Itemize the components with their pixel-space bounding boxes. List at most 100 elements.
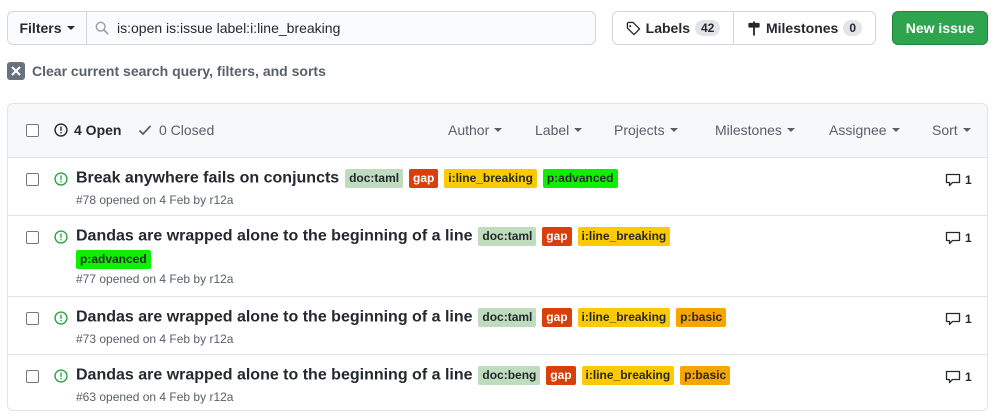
issue-meta: #78 opened on 4 Feb by r12a (76, 193, 234, 207)
issue-label[interactable]: doc:taml (478, 227, 537, 246)
issue-opened-icon (54, 230, 68, 247)
chevron-down-icon (962, 128, 971, 132)
label-filter-label: Label (535, 122, 570, 138)
issue-meta: #63 opened on 4 Feb by r12a (76, 390, 234, 404)
issue-title-link[interactable]: Break anywhere fails on conjuncts (76, 170, 339, 187)
comment-icon (945, 231, 961, 245)
issue-label[interactable]: p:advanced (542, 169, 618, 188)
issue-label[interactable]: doc:taml (345, 169, 404, 188)
comment-icon (945, 312, 961, 326)
issue-opened-icon (54, 369, 68, 386)
assignee-filter-menu[interactable]: Assignee (829, 122, 900, 138)
sort-label: Sort (932, 122, 958, 138)
issue-checkbox[interactable] (26, 173, 39, 186)
author-filter-label: Author (448, 122, 490, 138)
chevron-down-icon (786, 128, 795, 132)
milestone-icon (747, 20, 761, 36)
search-input[interactable] (117, 13, 587, 43)
new-issue-button[interactable]: New issue (892, 11, 988, 45)
milestones-button[interactable]: Milestones 0 (734, 12, 875, 44)
chevron-down-icon (574, 128, 583, 132)
issue-label[interactable]: gap (542, 227, 572, 246)
issue-label[interactable]: p:basic (680, 366, 731, 385)
issue-comments-count: 1 (965, 231, 972, 245)
projects-filter-label: Projects (614, 122, 665, 138)
chevron-down-icon (891, 128, 900, 132)
issue-opened-icon (54, 172, 68, 189)
search-icon (87, 21, 117, 35)
issues-list: 4 Open 0 Closed Author Label Projects Mi… (7, 103, 988, 411)
open-issues-label: 4 Open (74, 122, 122, 138)
assignee-filter-label: Assignee (829, 122, 887, 138)
issue-title-line: Dandas are wrapped alone to the beginnin… (76, 308, 936, 327)
issue-title-link[interactable]: Dandas are wrapped alone to the beginnin… (76, 309, 473, 326)
issue-label[interactable]: doc:beng (478, 366, 541, 385)
issue-content: Dandas are wrapped alone to the beginnin… (76, 308, 936, 346)
issue-label[interactable]: i:line_breaking (577, 308, 671, 327)
issue-row: Dandas are wrapped alone to the beginnin… (8, 216, 987, 297)
issue-label[interactable]: p:advanced (76, 250, 151, 269)
issue-title-line: Dandas are wrapped alone to the beginnin… (76, 366, 936, 385)
issues-list-header: 4 Open 0 Closed Author Label Projects Mi… (8, 104, 987, 158)
issue-opened-icon (54, 123, 68, 137)
issue-title-link[interactable]: Dandas are wrapped alone to the beginnin… (76, 367, 473, 384)
chevron-down-icon (494, 128, 503, 132)
milestones-count-badge: 0 (843, 20, 863, 36)
labels-count-badge: 42 (695, 20, 721, 36)
filters-dropdown-button[interactable]: Filters (7, 11, 87, 45)
label-filter-menu[interactable]: Label (535, 122, 583, 138)
search-field[interactable] (86, 11, 596, 45)
issue-row: Break anywhere fails on conjuncts doc:ta… (8, 158, 987, 216)
issue-title-link[interactable]: Dandas are wrapped alone to the beginnin… (76, 228, 473, 245)
issue-title-line: Dandas are wrapped alone to the beginnin… (76, 227, 936, 246)
issue-row: Dandas are wrapped alone to the beginnin… (8, 355, 987, 410)
close-icon (7, 62, 25, 80)
check-icon (138, 124, 152, 136)
milestones-filter-label: Milestones (715, 122, 782, 138)
issue-label[interactable]: i:line_breaking (577, 227, 671, 246)
issue-label[interactable]: i:line_breaking (581, 366, 675, 385)
labels-milestones-group: Labels 42 Milestones 0 (612, 11, 876, 45)
issue-comments-link[interactable]: 1 (945, 370, 972, 384)
issue-comments-link[interactable]: 1 (945, 312, 972, 326)
issue-checkbox[interactable] (26, 231, 39, 244)
open-issues-tab[interactable]: 4 Open (54, 122, 121, 138)
issue-content: Dandas are wrapped alone to the beginnin… (76, 366, 936, 404)
issue-meta: #77 opened on 4 Feb by r12a (76, 272, 234, 286)
issue-label[interactable]: gap (546, 366, 576, 385)
clear-filters-link[interactable]: Clear current search query, filters, and… (7, 62, 326, 80)
issue-content: Dandas are wrapped alone to the beginnin… (76, 227, 936, 286)
milestones-filter-menu[interactable]: Milestones (715, 122, 795, 138)
issue-label[interactable]: gap (542, 308, 572, 327)
issues-toolbar: Filters Labels 42 Milestones 0 New issue (7, 11, 988, 45)
select-all-checkbox[interactable] (26, 124, 39, 137)
tag-icon (626, 21, 641, 36)
clear-filters-label: Clear current search query, filters, and… (32, 63, 326, 79)
author-filter-menu[interactable]: Author (448, 122, 503, 138)
issue-opened-icon (54, 311, 68, 328)
issue-label-overflow-line: p:advanced (76, 250, 936, 269)
projects-filter-menu[interactable]: Projects (614, 122, 678, 138)
issue-label[interactable]: p:basic (676, 308, 727, 327)
chevron-down-icon (669, 128, 678, 132)
issue-comments-count: 1 (965, 312, 972, 326)
issue-label[interactable]: i:line_breaking (444, 169, 537, 188)
issue-comments-count: 1 (965, 370, 972, 384)
labels-button[interactable]: Labels 42 (613, 12, 734, 44)
issue-checkbox[interactable] (26, 370, 39, 383)
filters-label: Filters (19, 20, 62, 36)
issue-comments-count: 1 (965, 173, 972, 187)
closed-issues-label: 0 Closed (159, 122, 215, 138)
issue-label[interactable]: gap (409, 169, 439, 188)
issue-checkbox[interactable] (26, 312, 39, 325)
sort-menu[interactable]: Sort (932, 122, 971, 138)
issue-meta: #73 opened on 4 Feb by r12a (76, 332, 234, 346)
closed-issues-tab[interactable]: 0 Closed (138, 122, 214, 138)
issue-label[interactable]: doc:taml (478, 308, 537, 327)
milestones-button-label: Milestones (765, 20, 839, 36)
chevron-down-icon (66, 26, 75, 30)
issue-content: Break anywhere fails on conjuncts doc:ta… (76, 169, 936, 207)
issue-comments-link[interactable]: 1 (945, 173, 972, 187)
labels-button-label: Labels (645, 20, 690, 36)
issue-comments-link[interactable]: 1 (945, 231, 972, 245)
